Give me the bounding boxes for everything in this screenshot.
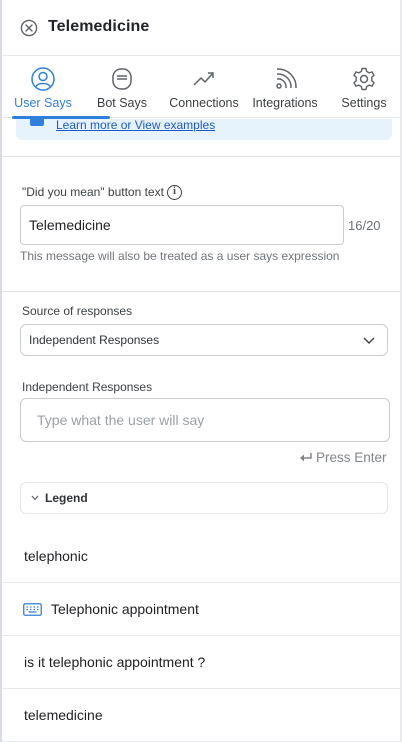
tab-connections[interactable]: Connections [166,56,242,118]
chevron-down-icon [363,337,375,344]
tab-user-says[interactable]: User Says [10,56,76,118]
close-icon[interactable] [20,19,38,37]
list-item[interactable]: telephonic [2,530,400,583]
expression-text: telemedicine [24,707,103,723]
tab-label: Connections [169,96,239,110]
tab-bot-says[interactable]: Bot Says [90,56,154,118]
legend-label: Legend [45,491,88,505]
bot-icon [112,68,132,90]
did-you-mean-label: "Did you mean" button text [22,185,164,199]
page-title: Telemedicine [48,18,150,35]
learn-more-link[interactable]: Learn more or View examples [56,118,215,132]
broadcast-icon [276,68,297,89]
side-panel: Telemedicine User Says Bot Says Connecti… [0,0,402,742]
divider [2,156,400,157]
source-selected-value: Independent Responses [29,333,160,347]
expression-text: Telephonic appointment [51,601,199,617]
tab-label: Settings [341,96,387,110]
info-icon[interactable]: i [167,185,182,200]
user-says-input[interactable]: Type what the user will say [20,398,390,442]
divider [2,291,400,292]
user-icon [31,67,55,91]
chevron-down-icon [31,495,39,501]
independent-responses-label: Independent Responses [22,380,153,394]
panel-header: Telemedicine [2,0,400,56]
list-item[interactable]: is it telephonic appointment ? [2,636,400,689]
expression-text: telephonic [24,548,88,564]
list-item[interactable]: telemedicine [2,689,400,742]
list-item[interactable]: Telephonic appointment [2,583,400,636]
tab-label: Bot Says [96,96,148,110]
source-select[interactable]: Independent Responses [20,324,388,356]
keyboard-icon [23,603,42,616]
tab-bar: User Says Bot Says Connections Integrati… [2,56,400,118]
legend-toggle[interactable]: Legend [20,482,388,514]
info-banner: Learn more or View examples [16,118,392,140]
gear-icon [353,67,375,91]
source-label: Source of responses [22,304,133,318]
tab-integrations[interactable]: Integrations [249,56,321,118]
did-you-mean-input[interactable]: Telemedicine [20,205,344,245]
info-banner-icon [30,119,44,126]
trend-icon [193,72,214,86]
tab-settings[interactable]: Settings [336,56,392,118]
character-counter: 16/20 [348,218,381,233]
did-you-mean-hint: This message will also be treated as a u… [20,249,340,263]
tab-label: User Says [14,96,72,110]
press-enter-hint: Press Enter [298,450,387,465]
press-enter-text: Press Enter [316,450,387,465]
enter-key-icon [300,452,312,461]
tab-label: Integrations [252,96,318,110]
expression-text: is it telephonic appointment ? [24,654,206,670]
